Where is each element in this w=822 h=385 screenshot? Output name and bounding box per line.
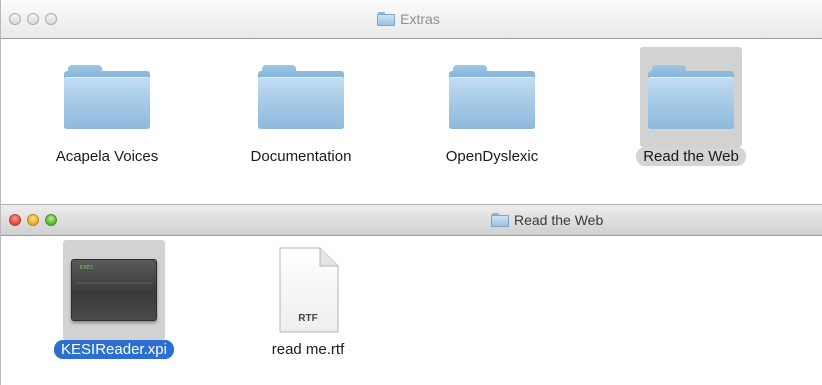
- folder-item-acapela-voices[interactable]: Acapela Voices: [32, 47, 182, 166]
- read-the-web-window: Read the Web EXEC KESIReader.xpi RTF rea…: [0, 204, 822, 385]
- minimize-button[interactable]: [27, 13, 39, 25]
- window-title-text: Extras: [400, 11, 440, 27]
- folder-item-documentation[interactable]: Documentation: [226, 47, 376, 166]
- file-item-kesireader-xpi[interactable]: EXEC KESIReader.xpi: [39, 240, 189, 359]
- file-thumbnail[interactable]: RTF: [257, 240, 359, 340]
- item-label[interactable]: Read the Web: [636, 147, 746, 166]
- close-button[interactable]: [9, 13, 21, 25]
- folder-item-read-the-web[interactable]: Read the Web: [616, 47, 766, 166]
- exec-text: EXEC: [80, 265, 95, 271]
- file-item-read-me-rtf[interactable]: RTF read me.rtf: [233, 240, 383, 359]
- item-label[interactable]: Documentation: [244, 147, 359, 166]
- folder-icon: [648, 65, 734, 129]
- folder-thumbnail[interactable]: [441, 47, 543, 147]
- minimize-button[interactable]: [27, 214, 39, 226]
- folder-icon: [64, 65, 150, 129]
- folder-thumbnail[interactable]: [56, 47, 158, 147]
- folder-thumbnail[interactable]: [640, 47, 742, 147]
- file-thumbnail[interactable]: EXEC: [63, 240, 165, 340]
- window-title-text: Read the Web: [514, 212, 604, 228]
- folder-icon: [491, 213, 509, 227]
- extras-window: Extras Acapela Voices Documentation Open…: [0, 0, 822, 204]
- folder-icon: [377, 12, 396, 26]
- window-controls: [9, 214, 57, 226]
- window-controls: [9, 13, 57, 25]
- rtf-document-icon: RTF: [276, 246, 340, 334]
- item-label[interactable]: KESIReader.xpi: [54, 340, 174, 359]
- folder-thumbnail[interactable]: [250, 47, 352, 147]
- close-button[interactable]: [9, 214, 21, 226]
- window-title: Extras: [377, 11, 440, 27]
- extras-titlebar[interactable]: Extras: [1, 0, 822, 39]
- xpi-file-icon: EXEC: [71, 259, 157, 321]
- read-the-web-titlebar[interactable]: Read the Web: [1, 204, 822, 236]
- file-type-text: RTF: [298, 313, 318, 324]
- folder-icon: [258, 65, 344, 129]
- zoom-button[interactable]: [45, 214, 57, 226]
- folder-item-opendyslexic[interactable]: OpenDyslexic: [417, 47, 567, 166]
- window-title: Read the Web: [491, 212, 603, 228]
- item-label[interactable]: OpenDyslexic: [439, 147, 546, 166]
- item-label[interactable]: Acapela Voices: [49, 147, 166, 166]
- zoom-button[interactable]: [45, 13, 57, 25]
- folder-icon: [449, 65, 535, 129]
- item-label[interactable]: read me.rtf: [265, 340, 352, 359]
